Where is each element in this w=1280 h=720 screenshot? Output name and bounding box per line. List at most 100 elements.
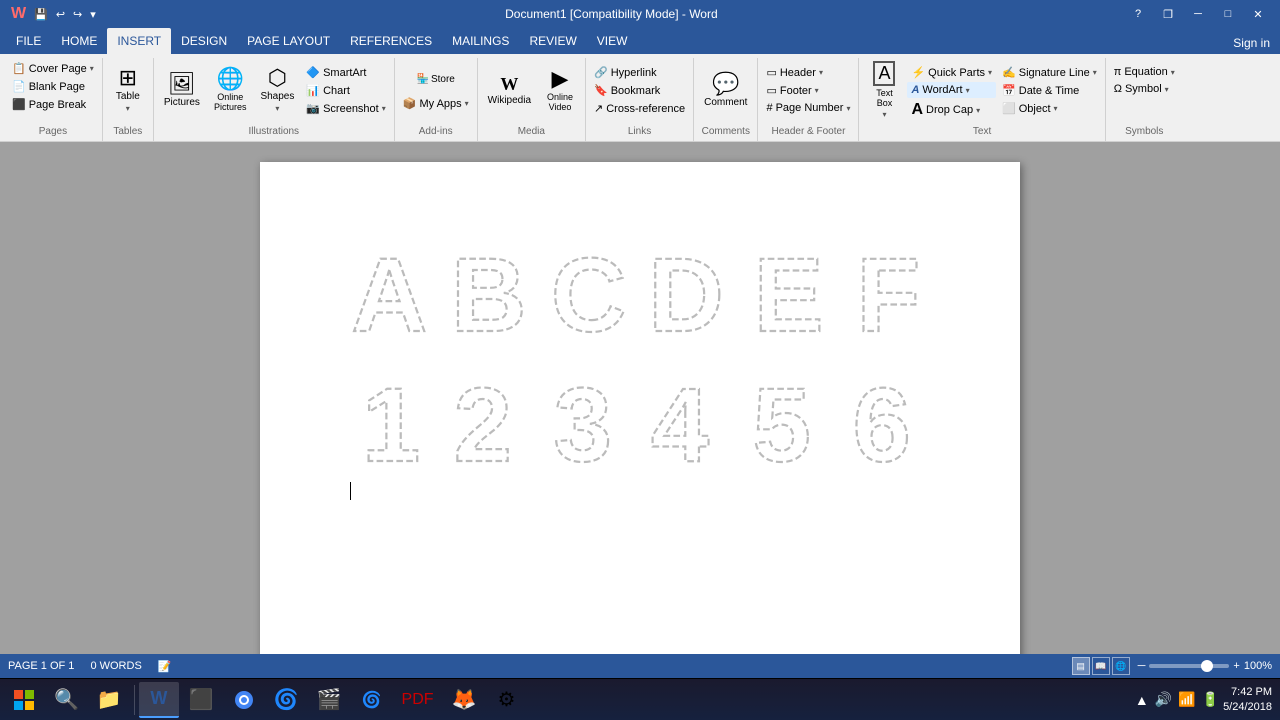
wikipedia-button[interactable]: W Wikipedia xyxy=(482,60,537,120)
cover-page-icon: 📋 xyxy=(12,62,26,75)
blank-page-button[interactable]: 📄 Blank Page xyxy=(8,78,98,95)
tab-page-layout[interactable]: PAGE LAYOUT xyxy=(237,28,340,54)
object-arrow: ▾ xyxy=(1054,104,1058,113)
help-button[interactable]: ? xyxy=(1124,4,1152,24)
quick-parts-button[interactable]: ⚡ Quick Parts▾ xyxy=(907,64,996,81)
comment-button[interactable]: 💬 Comment xyxy=(698,60,753,120)
search-button[interactable]: 🔍 xyxy=(46,682,87,718)
firefox-button[interactable]: 🦊 xyxy=(444,682,485,718)
read-mode-button[interactable]: 📖 xyxy=(1092,657,1110,675)
tab-review[interactable]: REVIEW xyxy=(519,28,586,54)
settings-button2[interactable]: ⚙ xyxy=(486,682,526,718)
system-clock[interactable]: 7:42 PM 5/24/2018 xyxy=(1223,685,1272,714)
svg-text:2: 2 xyxy=(454,367,512,484)
page-break-icon: ⬛ xyxy=(12,98,26,111)
page-number-button[interactable]: # Page Number▾ xyxy=(762,100,854,116)
ribbon-group-media: W Wikipedia ▶ OnlineVideo Media xyxy=(478,58,586,141)
tables-label: Tables xyxy=(107,124,149,139)
comments-group-content: 💬 Comment xyxy=(698,60,753,124)
chrome-button[interactable] xyxy=(224,682,264,718)
wordart-button[interactable]: A WordArt▾ xyxy=(907,82,996,98)
chart-button[interactable]: 📊 Chart xyxy=(302,82,389,99)
letter-E: E xyxy=(745,232,835,342)
start-button[interactable] xyxy=(4,682,44,718)
ribbon-group-illustrations: 🖼 Pictures 🌐 OnlinePictures ⬡ Shapes▾ 🔷 … xyxy=(154,58,395,141)
file-explorer-button[interactable]: 📁 xyxy=(89,682,130,718)
restore-button[interactable]: ❐ xyxy=(1154,4,1182,24)
my-apps-icon: 📦 xyxy=(403,97,417,110)
svg-text:4: 4 xyxy=(651,367,709,484)
screenshot-button[interactable]: 📷 Screenshot▾ xyxy=(302,100,389,117)
online-video-button[interactable]: ▶ OnlineVideo xyxy=(539,60,581,120)
tab-insert[interactable]: INSERT xyxy=(107,28,171,54)
cover-page-button[interactable]: 📋 Cover Page▾ xyxy=(8,60,98,77)
online-video-icon: ▶ xyxy=(552,68,569,90)
proofing-icon[interactable]: 📝 xyxy=(158,660,172,673)
web-layout-button[interactable]: 🌐 xyxy=(1112,657,1130,675)
minimize-button[interactable]: ─ xyxy=(1184,4,1212,24)
shapes-button[interactable]: ⬡ Shapes▾ xyxy=(254,60,300,120)
print-layout-button[interactable]: ▤ xyxy=(1072,657,1090,675)
tab-references[interactable]: REFERENCES xyxy=(340,28,442,54)
tab-mailings[interactable]: MAILINGS xyxy=(442,28,519,54)
tab-design[interactable]: DESIGN xyxy=(171,28,237,54)
undo-qa-icon[interactable]: ↩ xyxy=(53,6,68,23)
my-apps-button[interactable]: 📦 My Apps▾ xyxy=(399,95,473,112)
store-button[interactable]: 🏪 Store xyxy=(399,64,473,94)
zoom-minus-icon[interactable]: ─ xyxy=(1138,660,1146,672)
smartart-button[interactable]: 🔷 SmartArt xyxy=(302,64,389,81)
table-button[interactable]: ⊞ Table▾ xyxy=(107,60,149,120)
cross-reference-icon: ↗ xyxy=(594,102,603,115)
page-break-button[interactable]: ⬛ Page Break xyxy=(8,96,98,113)
object-button[interactable]: ⬜ Object▾ xyxy=(998,100,1101,117)
bookmark-button[interactable]: 🔖 Bookmark xyxy=(590,82,689,99)
zoom-plus-icon[interactable]: + xyxy=(1233,660,1239,672)
ribbon-group-comments: 💬 Comment Comments xyxy=(694,58,758,141)
text-box-button[interactable]: A TextBox▾ xyxy=(863,60,905,120)
volume-icon[interactable]: 🔊 xyxy=(1155,691,1172,708)
cross-reference-button[interactable]: ↗ Cross-reference xyxy=(590,100,689,117)
pictures-button[interactable]: 🖼 Pictures xyxy=(158,60,206,120)
drop-cap-button[interactable]: A Drop Cap▾ xyxy=(907,99,996,121)
hyperlink-button[interactable]: 🔗 Hyperlink xyxy=(590,64,689,81)
zoom-slider[interactable] xyxy=(1149,664,1229,668)
header-button[interactable]: ▭ Header▾ xyxy=(762,64,854,81)
customize-qa-icon[interactable]: ▾ xyxy=(87,6,99,23)
symbol-button[interactable]: Ω Symbol▾ xyxy=(1110,81,1179,97)
online-pictures-button[interactable]: 🌐 OnlinePictures xyxy=(208,60,253,120)
tab-file[interactable]: FILE xyxy=(6,28,51,54)
media-button[interactable]: 🎬 xyxy=(309,682,350,718)
browser3-button[interactable]: 🌀 xyxy=(352,682,392,718)
document-page[interactable]: A B C D E F xyxy=(260,162,1020,654)
date-time-button[interactable]: 📅 Date & Time xyxy=(998,82,1101,99)
symbol-icon: Ω xyxy=(1114,83,1122,95)
equation-arrow: ▾ xyxy=(1171,68,1175,77)
tab-home[interactable]: HOME xyxy=(51,28,107,54)
drop-cap-icon: A xyxy=(911,101,923,119)
document-area[interactable]: A B C D E F xyxy=(0,142,1280,654)
tray-arrow-icon[interactable]: ▲ xyxy=(1135,692,1149,708)
footer-button[interactable]: ▭ Footer▾ xyxy=(762,82,854,99)
task-view-button[interactable]: ⬛ xyxy=(181,682,222,718)
battery-icon[interactable]: 🔋 xyxy=(1202,691,1219,708)
equation-button[interactable]: π Equation▾ xyxy=(1110,64,1179,80)
taskbar-separator-1 xyxy=(134,685,135,715)
sign-in-button[interactable]: Sign in xyxy=(1223,32,1280,54)
svg-text:D: D xyxy=(648,237,723,354)
ribbon-group-header-footer: ▭ Header▾ ▭ Footer▾ # Page Number▾ Heade… xyxy=(758,58,859,141)
pdf-button[interactable]: PDF xyxy=(394,682,442,718)
signature-line-button[interactable]: ✍ Signature Line▾ xyxy=(998,64,1101,81)
maximize-button[interactable]: □ xyxy=(1214,4,1242,24)
windows-logo-icon xyxy=(14,690,34,710)
redo-qa-icon[interactable]: ↪ xyxy=(70,6,85,23)
network-icon[interactable]: 📶 xyxy=(1178,691,1195,708)
save-qa-icon[interactable]: 💾 xyxy=(31,6,51,23)
word-taskbar-button[interactable]: W xyxy=(139,682,179,718)
quick-access: W 💾 ↩ ↪ ▾ xyxy=(8,3,99,25)
signature-line-icon: ✍ xyxy=(1002,66,1016,79)
browser2-button[interactable]: 🌀 xyxy=(266,682,307,718)
screenshot-icon: 📷 xyxy=(306,102,320,115)
close-button[interactable]: ✕ xyxy=(1244,4,1272,24)
ribbon-group-links: 🔗 Hyperlink 🔖 Bookmark ↗ Cross-reference… xyxy=(586,58,694,141)
tab-view[interactable]: VIEW xyxy=(587,28,638,54)
